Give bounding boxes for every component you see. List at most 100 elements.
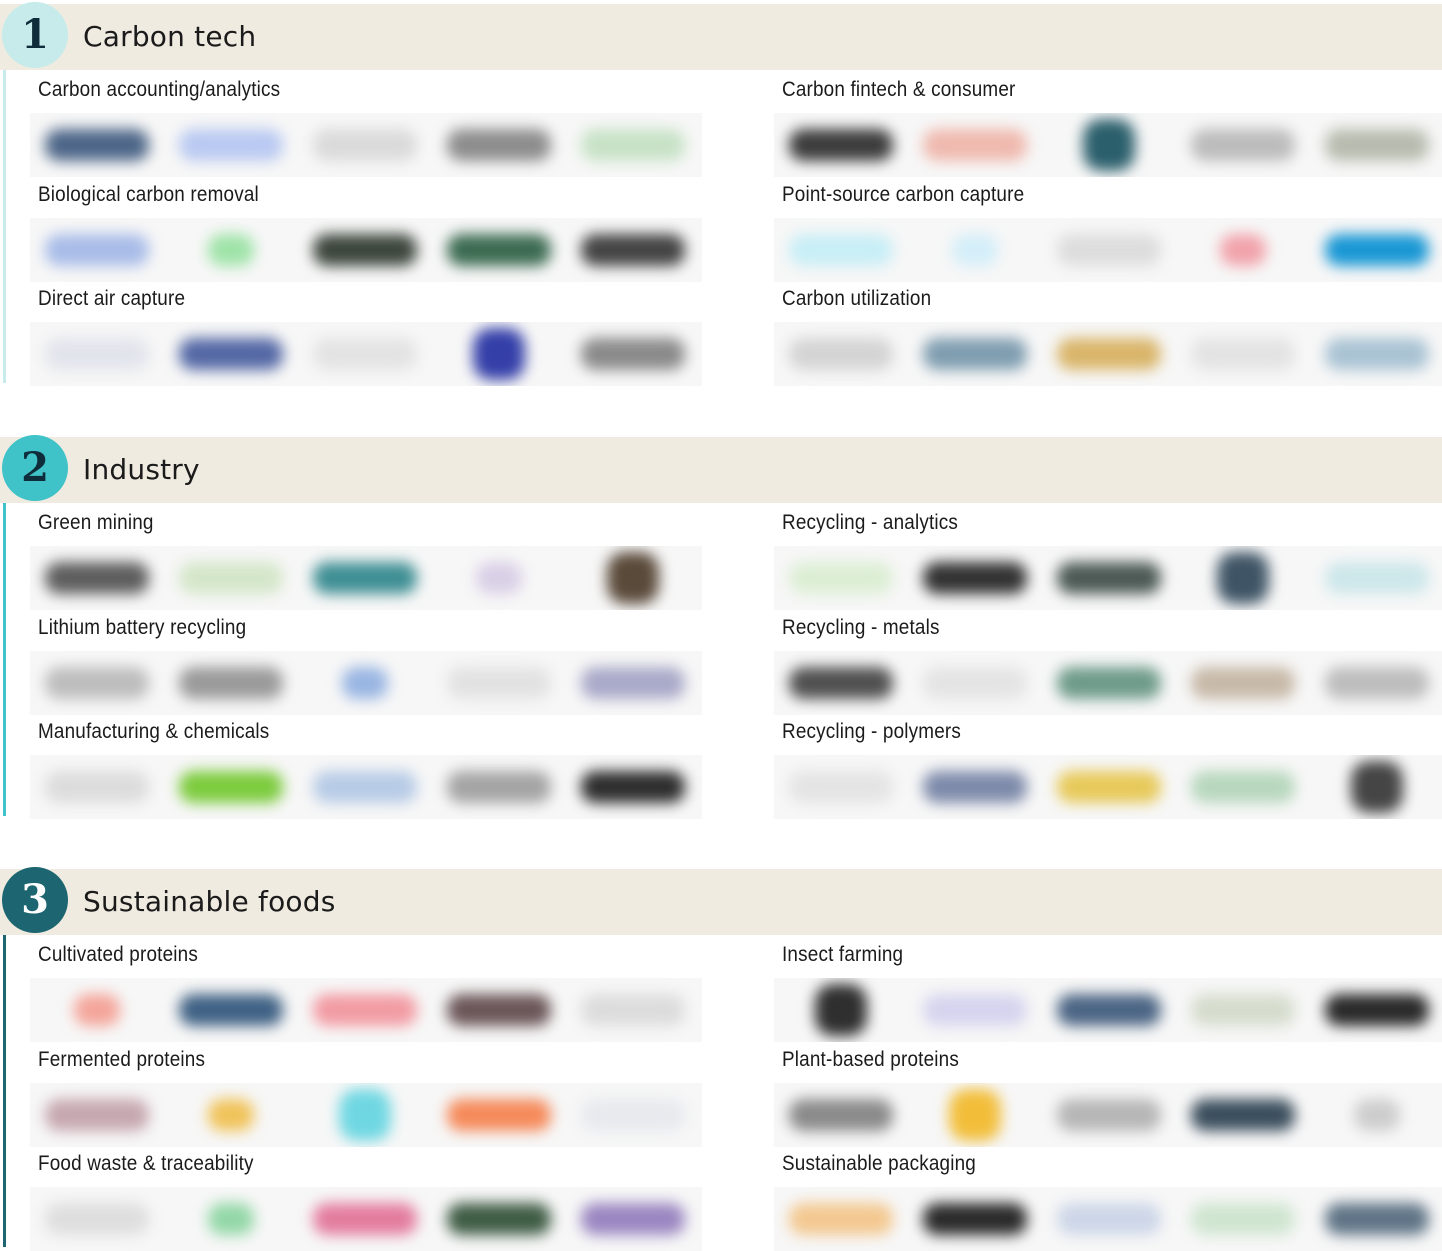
company-logo[interactable] — [432, 218, 566, 282]
company-logo[interactable] — [432, 978, 566, 1042]
company-logo[interactable] — [1176, 546, 1310, 610]
company-logo[interactable] — [1042, 1083, 1176, 1147]
blurred-logo-image — [313, 338, 417, 370]
company-logo[interactable] — [1310, 322, 1442, 386]
company-logo[interactable] — [908, 322, 1042, 386]
company-logo[interactable] — [1310, 755, 1442, 819]
company-logo[interactable] — [30, 218, 164, 282]
category-block: Direct air capture — [30, 281, 702, 386]
blurred-logo-image — [789, 338, 893, 370]
company-logo[interactable] — [774, 1187, 908, 1251]
company-logo[interactable] — [432, 1187, 566, 1251]
company-logo[interactable] — [298, 1083, 432, 1147]
company-logo[interactable] — [1310, 978, 1442, 1042]
company-logo[interactable] — [908, 755, 1042, 819]
company-logo[interactable] — [432, 1083, 566, 1147]
company-logo[interactable] — [30, 755, 164, 819]
company-logo[interactable] — [164, 546, 298, 610]
company-logo[interactable] — [298, 218, 432, 282]
logo-strip — [30, 546, 702, 610]
company-logo[interactable] — [1042, 651, 1176, 715]
company-logo[interactable] — [30, 1083, 164, 1147]
company-logo[interactable] — [1042, 218, 1176, 282]
company-logo[interactable] — [432, 755, 566, 819]
company-logo[interactable] — [908, 113, 1042, 177]
company-logo[interactable] — [566, 322, 700, 386]
company-logo[interactable] — [432, 113, 566, 177]
company-logo[interactable] — [164, 322, 298, 386]
company-logo[interactable] — [164, 755, 298, 819]
company-logo[interactable] — [298, 546, 432, 610]
company-logo[interactable] — [566, 651, 700, 715]
blurred-logo-image — [1325, 234, 1429, 266]
company-logo[interactable] — [1176, 755, 1310, 819]
company-logo[interactable] — [566, 218, 700, 282]
company-logo[interactable] — [1310, 1187, 1442, 1251]
company-logo[interactable] — [164, 978, 298, 1042]
company-logo[interactable] — [1042, 113, 1176, 177]
company-logo[interactable] — [566, 1187, 700, 1251]
company-logo[interactable] — [566, 1083, 700, 1147]
company-logo[interactable] — [432, 546, 566, 610]
company-logo[interactable] — [432, 651, 566, 715]
company-logo[interactable] — [30, 1187, 164, 1251]
company-logo[interactable] — [908, 651, 1042, 715]
company-logo[interactable] — [298, 978, 432, 1042]
company-logo[interactable] — [566, 978, 700, 1042]
company-logo[interactable] — [1176, 1083, 1310, 1147]
company-logo[interactable] — [298, 1187, 432, 1251]
company-logo[interactable] — [164, 1187, 298, 1251]
company-logo[interactable] — [298, 755, 432, 819]
category-label: Green mining — [38, 511, 154, 534]
company-logo[interactable] — [774, 978, 908, 1042]
company-logo[interactable] — [908, 978, 1042, 1042]
company-logo[interactable] — [164, 651, 298, 715]
company-logo[interactable] — [1176, 113, 1310, 177]
company-logo[interactable] — [774, 322, 908, 386]
company-logo[interactable] — [908, 546, 1042, 610]
company-logo[interactable] — [1042, 755, 1176, 819]
company-logo[interactable] — [566, 546, 700, 610]
company-logo[interactable] — [30, 978, 164, 1042]
company-logo[interactable] — [1042, 978, 1176, 1042]
company-logo[interactable] — [164, 1083, 298, 1147]
company-logo[interactable] — [774, 651, 908, 715]
company-logo[interactable] — [1310, 218, 1442, 282]
company-logo[interactable] — [30, 113, 164, 177]
company-logo[interactable] — [30, 322, 164, 386]
company-logo[interactable] — [1042, 1187, 1176, 1251]
company-logo[interactable] — [1042, 322, 1176, 386]
company-logo[interactable] — [1176, 978, 1310, 1042]
company-logo[interactable] — [298, 322, 432, 386]
blurred-logo-image — [339, 1089, 391, 1141]
company-logo[interactable] — [1176, 218, 1310, 282]
company-logo[interactable] — [1176, 322, 1310, 386]
company-logo[interactable] — [30, 546, 164, 610]
company-logo[interactable] — [566, 113, 700, 177]
company-logo[interactable] — [1042, 546, 1176, 610]
company-logo[interactable] — [298, 651, 432, 715]
company-logo[interactable] — [774, 218, 908, 282]
company-logo[interactable] — [432, 322, 566, 386]
company-logo[interactable] — [1310, 546, 1442, 610]
company-logo[interactable] — [774, 546, 908, 610]
company-logo[interactable] — [1176, 1187, 1310, 1251]
company-logo[interactable] — [1310, 651, 1442, 715]
company-logo[interactable] — [1310, 113, 1442, 177]
company-logo[interactable] — [908, 218, 1042, 282]
company-logo[interactable] — [30, 651, 164, 715]
company-logo[interactable] — [774, 1083, 908, 1147]
company-logo[interactable] — [566, 755, 700, 819]
company-logo[interactable] — [164, 218, 298, 282]
blurred-logo-image — [1191, 771, 1295, 803]
company-logo[interactable] — [164, 113, 298, 177]
company-logo[interactable] — [908, 1187, 1042, 1251]
company-logo[interactable] — [774, 113, 908, 177]
company-logo[interactable] — [774, 755, 908, 819]
company-logo[interactable] — [298, 113, 432, 177]
category-label: Direct air capture — [38, 287, 186, 310]
company-logo[interactable] — [1310, 1083, 1442, 1147]
company-logo[interactable] — [908, 1083, 1042, 1147]
blurred-logo-image — [789, 562, 893, 594]
company-logo[interactable] — [1176, 651, 1310, 715]
